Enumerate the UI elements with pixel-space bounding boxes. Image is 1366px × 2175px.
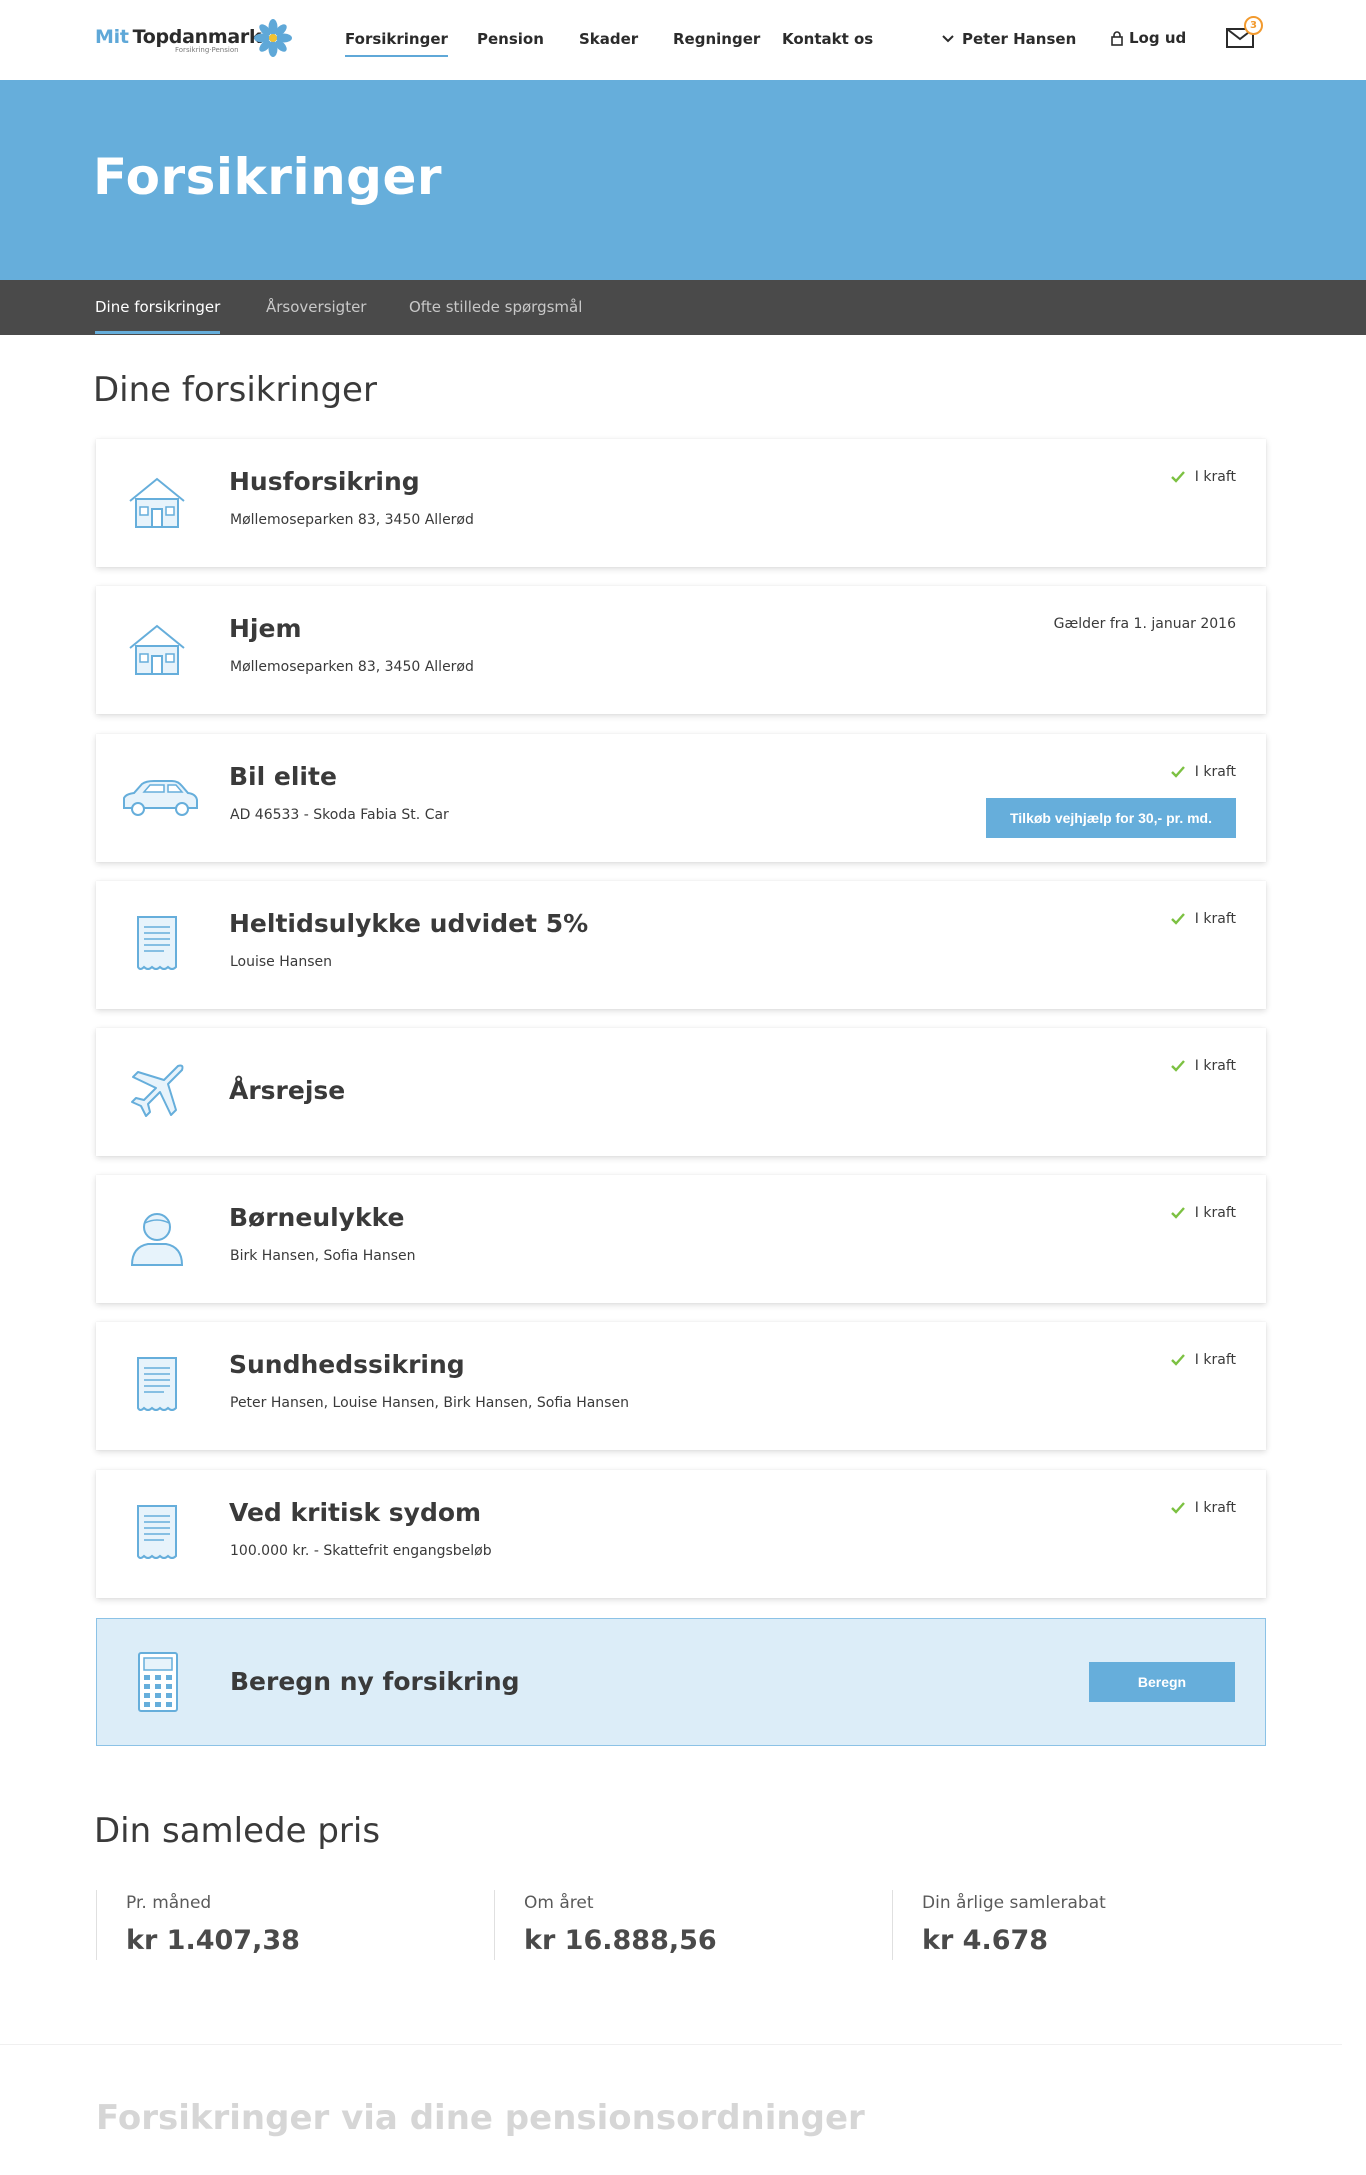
card-title: Husforsikring (229, 467, 420, 496)
check-icon (1170, 1207, 1185, 1219)
nav-regninger[interactable]: Regninger (673, 30, 760, 48)
house-icon (129, 624, 185, 675)
flower-logo-icon (254, 19, 292, 57)
price-value: kr 16.888,56 (524, 1925, 717, 1956)
document-icon (137, 916, 177, 970)
card-title: Børneulykke (229, 1203, 405, 1232)
tab-faq[interactable]: Ofte stillede spørgsmål (409, 298, 582, 316)
check-icon (1170, 913, 1185, 925)
chevron-down-icon (942, 35, 954, 43)
roadside-assistance-button[interactable]: Tilkøb vejhjælp for 30,- pr. md. (985, 798, 1236, 838)
price-value: kr 4.678 (922, 1925, 1049, 1956)
card-subtitle: Birk Hansen, Sofia Hansen (230, 1248, 416, 1264)
card-title: Bil elite (229, 762, 337, 791)
card-title: Sundhedssikring (229, 1350, 465, 1379)
section-divider (0, 2044, 1342, 2045)
top-navigation: Mit Topdanmark Forsikring·Pension Forsikr… (0, 0, 1366, 80)
insurance-card[interactable]: Bil elite AD 46533 - Skoda Fabia St. Car… (96, 734, 1266, 862)
calculate-insurance-card: Beregn ny forsikring Beregn (96, 1618, 1266, 1746)
price-label: Om året (524, 1893, 594, 1913)
document-icon (137, 1505, 177, 1559)
card-subtitle: 100.000 kr. - Skattefrit engangsbeløb (230, 1543, 492, 1559)
messages-button[interactable]: 3 (1226, 16, 1268, 50)
price-label: Pr. måned (126, 1893, 212, 1913)
status-badge: I kraft (1170, 1205, 1236, 1221)
user-menu[interactable]: Peter Hansen (942, 30, 1076, 48)
status-badge: I kraft (1170, 1500, 1236, 1516)
check-icon (1170, 1502, 1185, 1514)
logout-button[interactable]: Log ud (1111, 29, 1186, 47)
logo[interactable]: Mit Topdanmark Forsikring·Pension (95, 19, 292, 57)
calculator-icon (138, 1652, 178, 1712)
price-discount: Din årlige samlerabat kr 4.678 (892, 1890, 1106, 1960)
person-icon (130, 1213, 184, 1266)
insurance-card[interactable]: Sundhedssikring Peter Hansen, Louise Han… (96, 1322, 1266, 1450)
price-yearly: Om året kr 16.888,56 (494, 1890, 717, 1960)
nav-forsikringer[interactable]: Forsikringer (345, 30, 448, 57)
house-icon (129, 477, 185, 528)
car-icon (123, 780, 198, 816)
tab-dine-forsikringer[interactable]: Dine forsikringer (95, 298, 221, 334)
card-title: Ved kritisk sydom (229, 1498, 482, 1527)
nav-skader[interactable]: Skader (579, 30, 638, 48)
logout-label: Log ud (1129, 29, 1187, 47)
calculate-button[interactable]: Beregn (1089, 1662, 1235, 1702)
status-badge: I kraft (1170, 911, 1236, 927)
check-icon (1170, 471, 1185, 483)
insurances-heading: Dine forsikringer (93, 370, 377, 410)
logo-wordmark: Mit Topdanmark (95, 26, 262, 48)
card-subtitle: Møllemoseparken 83, 3450 Allerød (230, 512, 474, 528)
pension-insurances-heading: Forsikringer via dine pensionsordninger (96, 2098, 865, 2138)
price-label: Din årlige samlerabat (922, 1893, 1106, 1913)
status-badge: I kraft (1170, 469, 1236, 485)
price-value: kr 1.407,38 (126, 1925, 300, 1956)
check-icon (1170, 766, 1185, 778)
page-title: Forsikringer (93, 148, 443, 206)
insurance-card[interactable]: Hjem Møllemoseparken 83, 3450 Allerød Gæ… (96, 586, 1266, 714)
status-badge: I kraft (1170, 764, 1236, 780)
card-subtitle: Louise Hansen (230, 954, 332, 970)
status-badge: I kraft (1170, 1352, 1236, 1368)
card-subtitle: AD 46533 - Skoda Fabia St. Car (230, 807, 449, 823)
tab-aarsoversigter[interactable]: Årsoversigter (266, 298, 366, 316)
insurance-card[interactable]: Årsrejse I kraft (96, 1028, 1266, 1156)
page-hero: Forsikringer (0, 80, 1366, 280)
message-count-badge: 3 (1244, 16, 1263, 35)
card-title: Hjem (229, 614, 302, 643)
insurance-card[interactable]: Heltidsulykke udvidet 5% Louise Hansen I… (96, 881, 1266, 1009)
status-text: Gælder fra 1. januar 2016 (1053, 616, 1236, 632)
status-badge: I kraft (1170, 1058, 1236, 1074)
nav-kontakt-os[interactable]: Kontakt os (782, 30, 873, 48)
price-monthly: Pr. måned kr 1.407,38 (96, 1890, 300, 1960)
nav-pension[interactable]: Pension (477, 30, 544, 48)
insurance-card[interactable]: Husforsikring Møllemoseparken 83, 3450 A… (96, 439, 1266, 567)
insurance-card[interactable]: Børneulykke Birk Hansen, Sofia Hansen I … (96, 1175, 1266, 1303)
insurance-card[interactable]: Ved kritisk sydom 100.000 kr. - Skattefr… (96, 1470, 1266, 1598)
card-title: Årsrejse (229, 1076, 346, 1105)
sub-navigation: Dine forsikringer Årsoversigter Ofte sti… (0, 280, 1366, 335)
card-subtitle: Møllemoseparken 83, 3450 Allerød (230, 659, 474, 675)
user-name: Peter Hansen (962, 30, 1077, 48)
lock-icon (1111, 30, 1123, 46)
check-icon (1170, 1354, 1185, 1366)
logo-tagline: Forsikring·Pension (175, 46, 239, 54)
card-title: Heltidsulykke udvidet 5% (229, 909, 589, 938)
price-heading: Din samlede pris (94, 1811, 381, 1851)
document-icon (137, 1357, 177, 1411)
calculator-title: Beregn ny forsikring (230, 1667, 520, 1696)
airplane-icon (131, 1064, 184, 1117)
card-subtitle: Peter Hansen, Louise Hansen, Birk Hansen… (230, 1395, 629, 1411)
check-icon (1170, 1060, 1185, 1072)
